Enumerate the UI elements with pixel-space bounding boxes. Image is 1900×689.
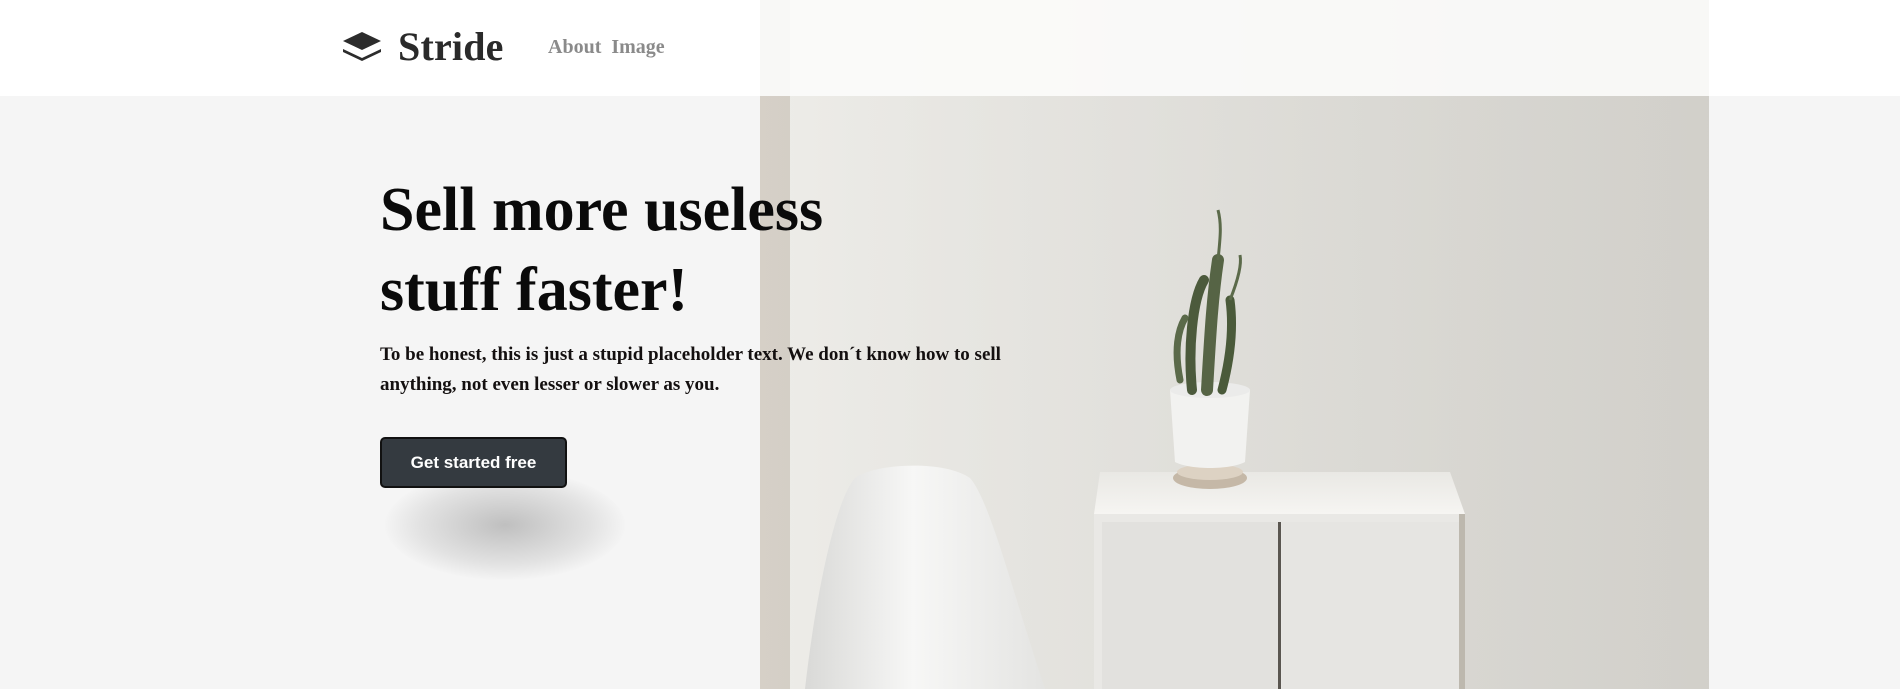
main-nav: About Image [548, 36, 665, 59]
cabinet-shape [1094, 472, 1465, 689]
hero-title-line-2: stuff faster! [380, 256, 689, 324]
get-started-button[interactable]: Get started free [380, 437, 567, 488]
hero-subtitle: To be honest, this is just a stupid plac… [380, 344, 1001, 395]
brand-logo[interactable]: Stride [340, 22, 504, 70]
hero-title: Sell more useless stuff faster! [380, 170, 940, 330]
brand-name: Stride [398, 23, 504, 69]
layers-icon [343, 32, 381, 61]
hero-title-line-1: Sell more useless [380, 176, 824, 244]
nav-link-image[interactable]: Image [611, 36, 664, 59]
site-header: Stride About Image [0, 0, 1900, 96]
nav-link-about[interactable]: About [548, 36, 601, 59]
